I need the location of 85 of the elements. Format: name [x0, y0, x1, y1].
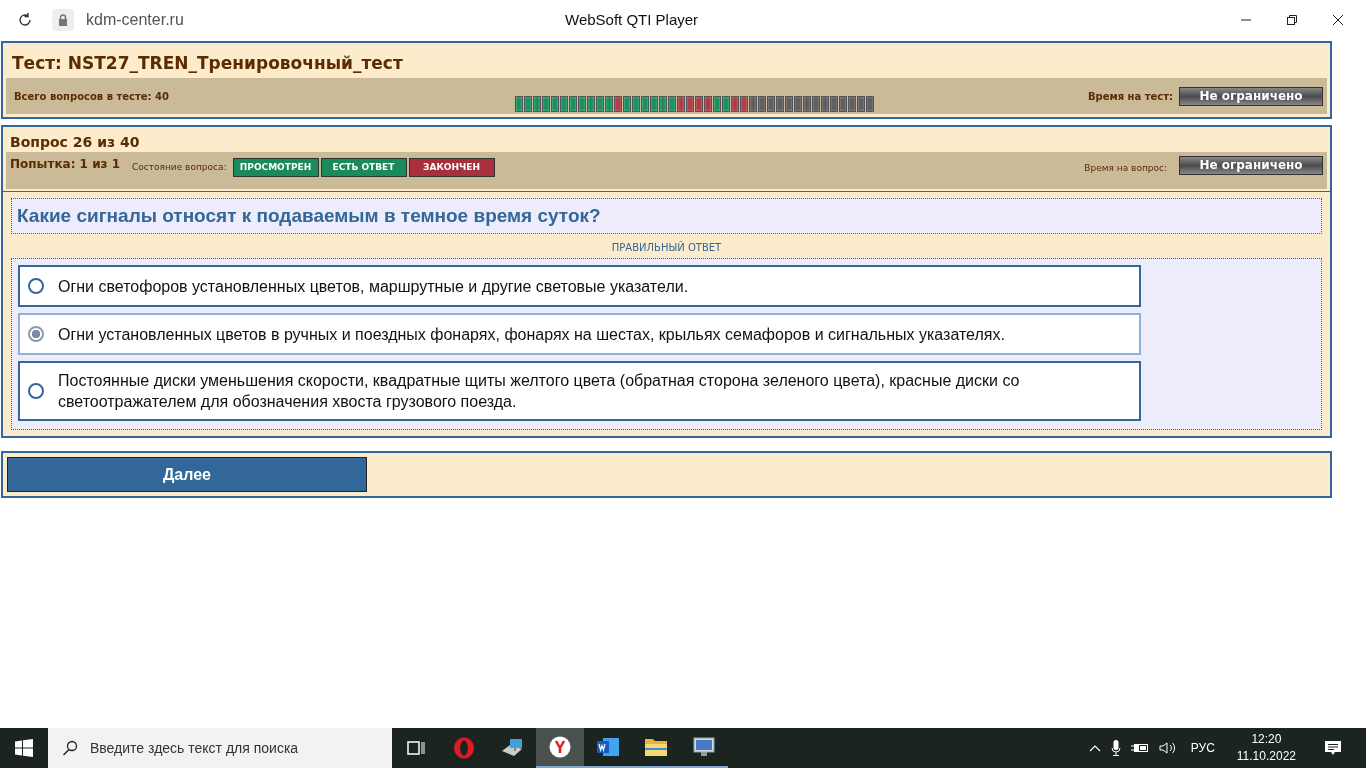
question-progress-cell[interactable]	[604, 96, 613, 112]
notification-icon[interactable]	[1324, 739, 1342, 757]
close-icon[interactable]	[1332, 14, 1344, 26]
question-progress-cell[interactable]	[793, 96, 802, 112]
question-progress-cell[interactable]	[559, 96, 568, 112]
state-badge: ПРОСМОТРЕН	[232, 158, 319, 177]
question-progress-cell[interactable]	[613, 96, 622, 112]
test-time-label: Время на тест:	[1087, 90, 1173, 102]
attempt-label: Попытка: 1 из 1	[10, 157, 121, 171]
restore-icon[interactable]	[1286, 14, 1298, 26]
question-progress-cell[interactable]	[757, 96, 766, 112]
state-badge: ЗАКОНЧЕН	[408, 158, 495, 177]
question-number: Вопрос 26 из 40	[9, 133, 141, 152]
taskbar-app-button[interactable]	[536, 728, 584, 768]
task-view-icon	[407, 739, 425, 757]
question-progress-cell[interactable]	[541, 96, 550, 112]
question-progress-cell[interactable]	[766, 96, 775, 112]
taskbar-search-field[interactable]: Введите здесь текст для поиска	[48, 728, 392, 768]
y-letter-icon	[549, 736, 571, 758]
folder-icon	[644, 737, 668, 757]
question-progress-cell[interactable]	[631, 96, 640, 112]
computer-icon	[500, 737, 524, 759]
speaker-icon[interactable]	[1158, 741, 1177, 755]
lock-icon[interactable]	[52, 9, 74, 31]
question-progress-cell[interactable]	[865, 96, 874, 112]
question-progress-cell[interactable]	[847, 96, 856, 112]
question-progress-cell[interactable]	[595, 96, 604, 112]
correct-answer-label: ПРАВИЛЬНЫЙ ОТВЕТ	[610, 240, 723, 255]
question-progress-cell[interactable]	[856, 96, 865, 112]
question-progress-cell[interactable]	[568, 96, 577, 112]
question-progress-cell[interactable]	[838, 96, 847, 112]
question-progress-cell[interactable]	[550, 96, 559, 112]
question-time-label: Время на вопрос:	[1084, 163, 1167, 173]
question-progress-cell[interactable]	[649, 96, 658, 112]
question-progress-cell[interactable]	[712, 96, 721, 112]
question-text: Какие сигналы относят к подаваемым в темное время суток?	[11, 198, 1322, 234]
question-progress-cell[interactable]	[514, 96, 523, 112]
question-progress-cell[interactable]	[775, 96, 784, 112]
word-document-icon	[596, 736, 620, 758]
question-progress-cell[interactable]	[658, 96, 667, 112]
question-progress-cell[interactable]	[640, 96, 649, 112]
search-icon	[62, 740, 78, 756]
chevron-up-icon[interactable]	[1088, 744, 1101, 752]
question-progress-cell[interactable]	[739, 96, 748, 112]
taskbar-clock[interactable]: 12:20 11.10.2022	[1236, 731, 1296, 765]
question-progress-cell[interactable]	[811, 96, 820, 112]
question-progress-cell[interactable]	[694, 96, 703, 112]
question-progress-cell[interactable]	[721, 96, 730, 112]
answer-option[interactable]: Постоянные диски уменьшения скорости, квадратные щиты желтого цвета (обратная сторона зеленого цвета), красные диски со светоотражателем для обозначения хвоста грузового поезда.	[18, 361, 1141, 421]
question-progress-cell[interactable]	[667, 96, 676, 112]
answer-option[interactable]: Огни установленных цветов в ручных и поездных фонарях, фонарях на шестах, крыльях семафоров и сигнальных указателях.	[18, 313, 1141, 355]
question-progress-cell[interactable]	[748, 96, 757, 112]
answer-option[interactable]: Огни светофоров установленных цветов, маршрутные и другие световые указатели.	[18, 265, 1141, 307]
radio-button[interactable]	[28, 383, 44, 399]
question-progress-cell[interactable]	[586, 96, 595, 112]
total-questions-label: Всего вопросов в тесте: 40	[14, 90, 169, 102]
input-language[interactable]: РУС	[1190, 741, 1215, 755]
question-progress-cell[interactable]	[820, 96, 829, 112]
windows-start-icon[interactable]	[15, 739, 33, 757]
question-progress-cell[interactable]	[802, 96, 811, 112]
window-title: WebSoft QTI Player	[565, 11, 699, 28]
reload-icon[interactable]	[17, 12, 33, 28]
monitor-icon	[692, 736, 716, 758]
question-state-label: Состояние вопроса:	[132, 162, 227, 172]
radio-button[interactable]	[28, 278, 44, 294]
question-progress-cell[interactable]	[577, 96, 586, 112]
next-button[interactable]: Далее	[7, 457, 367, 492]
test-time-value: Не ограничено	[1179, 86, 1323, 106]
question-progress-cell[interactable]	[829, 96, 838, 112]
question-progress-cell[interactable]	[685, 96, 694, 112]
microphone-icon[interactable]	[1110, 740, 1121, 756]
state-badge: ЕСТЬ ОТВЕТ	[320, 158, 407, 177]
question-progress-cell[interactable]	[532, 96, 541, 112]
question-progress-cell[interactable]	[676, 96, 685, 112]
question-progress-cell[interactable]	[784, 96, 793, 112]
radio-button[interactable]	[28, 326, 44, 342]
question-progress-cell[interactable]	[523, 96, 532, 112]
battery-charging-icon[interactable]	[1130, 742, 1149, 754]
question-time-value: Не ограничено	[1179, 156, 1323, 175]
opera-o-icon	[453, 737, 475, 759]
question-progress-cell[interactable]	[730, 96, 739, 112]
question-progress-cell[interactable]	[703, 96, 712, 112]
test-title: Тест: NST27_TREN_Тренировочный_тест	[11, 52, 404, 75]
question-progress-cell[interactable]	[622, 96, 631, 112]
url-text[interactable]: kdm-center.ru	[86, 11, 184, 29]
